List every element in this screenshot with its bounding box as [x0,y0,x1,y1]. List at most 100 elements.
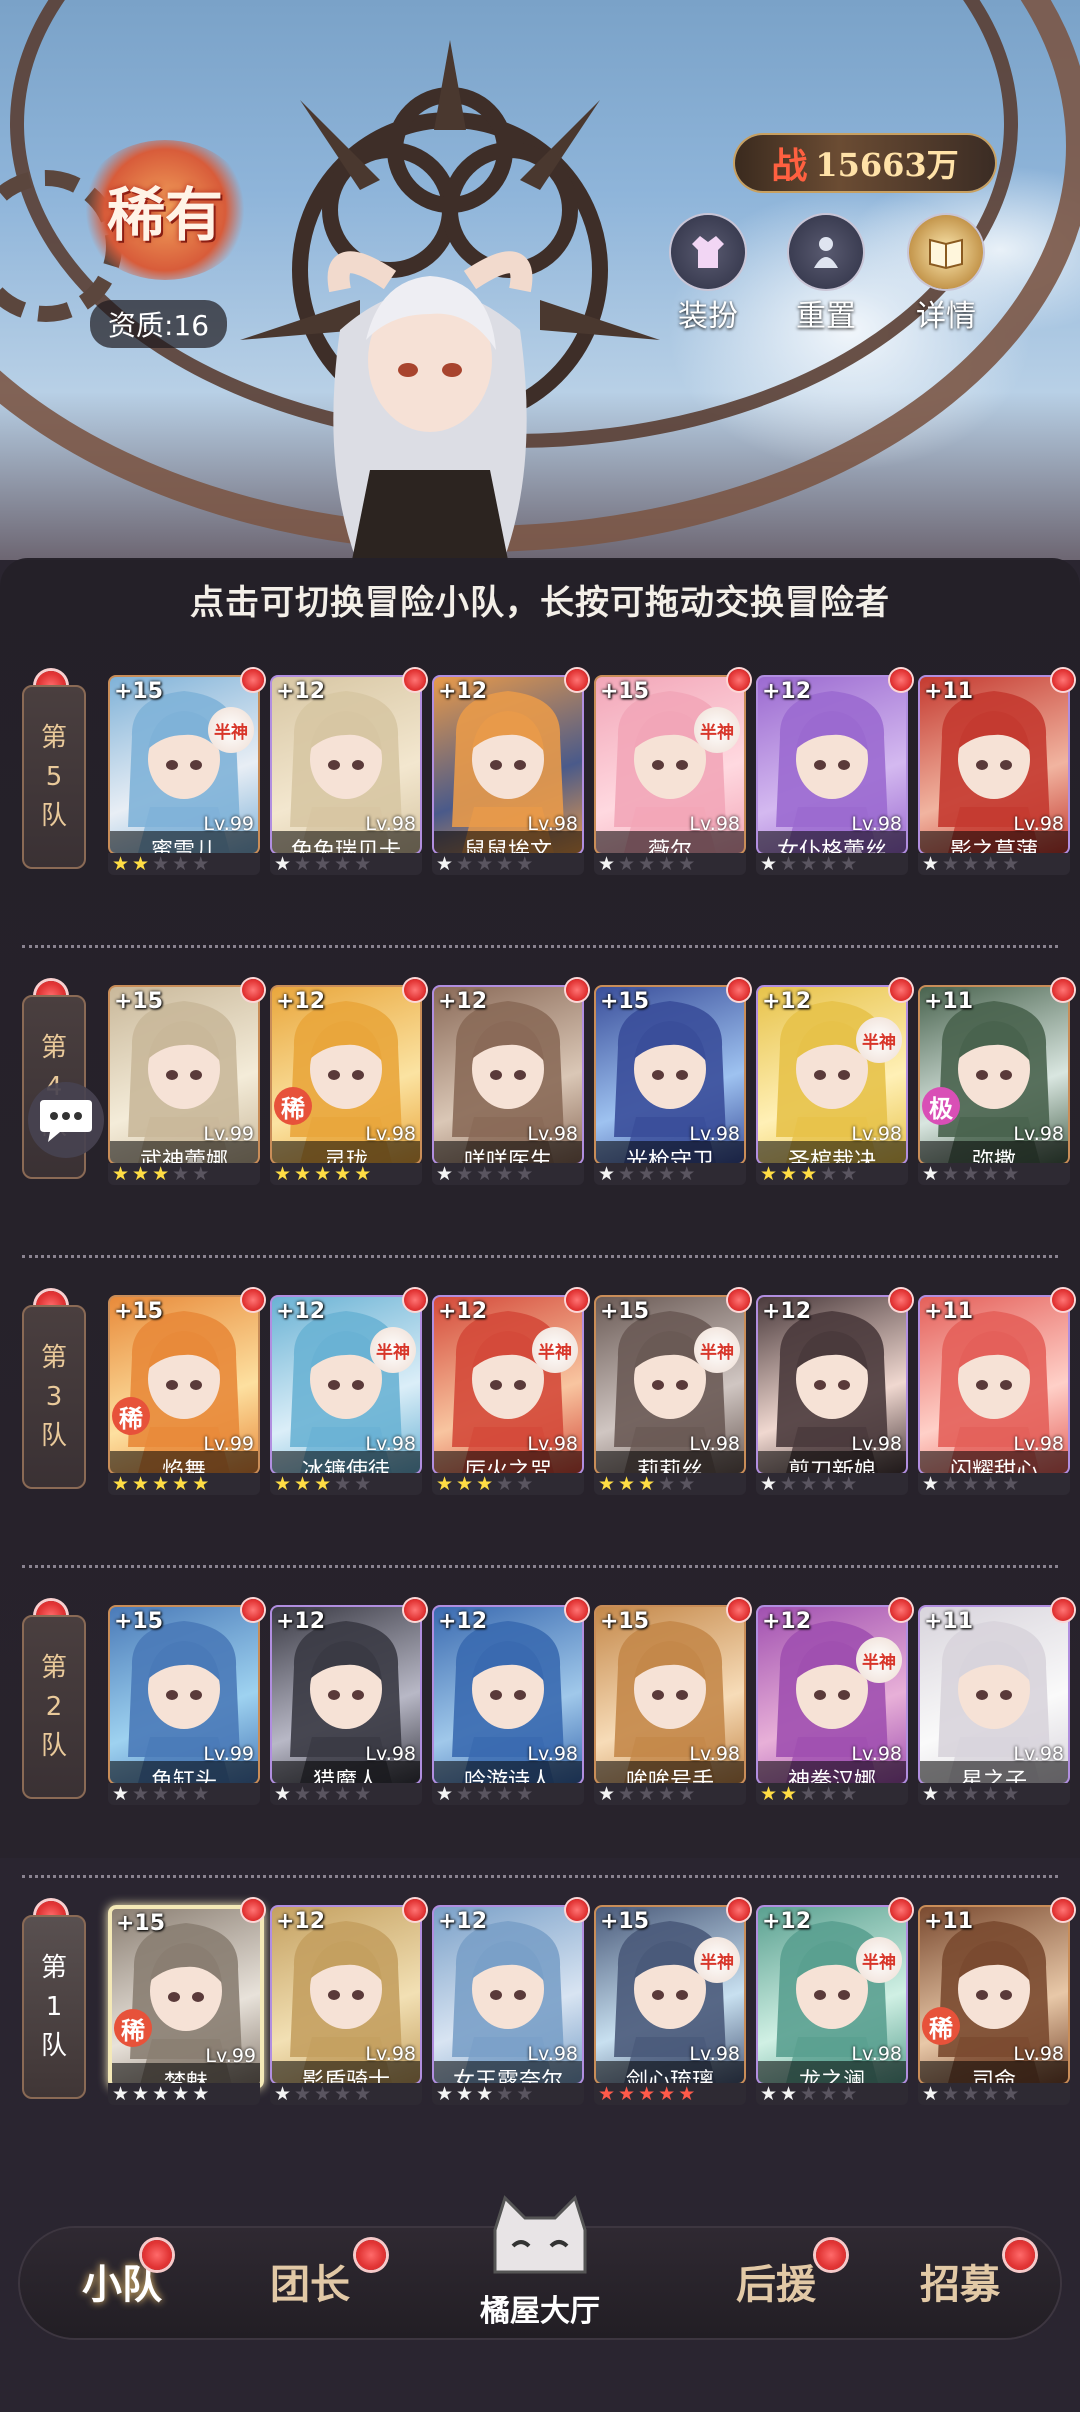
hero-star-rating: ★ ★ ★ ★ ★ [756,2083,908,2105]
star-icon: ★ [922,1163,940,1185]
hero-card[interactable]: +15 Lv.98 哞哞号手 ★ ★ ★ ★ ★ [594,1599,750,1805]
hero-name: 哞哞号手 [596,1761,744,1783]
hero-card[interactable]: +12 Lv.98 女仆格蕾丝 ★ ★ ★ ★ ★ [756,669,912,875]
nav-squad[interactable]: 小队 [42,2240,202,2310]
hero-card[interactable]: +12 Lv.98 咩咩医生 ★ ★ ★ ★ ★ [432,979,588,1185]
hero-character-portrait[interactable] [300,210,560,560]
reset-button[interactable]: 重置 [776,215,876,335]
hero-name: 剑心琉璃 [596,2061,744,2083]
hero-card[interactable]: +12 Lv.98 影盾骑士 ★ ★ ★ ★ ★ [270,1899,426,2105]
hero-card[interactable]: +11 Lv.98 星之子 ★ ★ ★ ★ ★ [918,1599,1074,1805]
star-icon: ★ [922,1473,940,1495]
hero-card[interactable]: +15 Lv.99 武神蕾娜 ★ ★ ★ ★ ★ [108,979,264,1185]
star-icon: ★ [152,853,170,875]
dress-label: 装扮 [678,299,738,334]
notification-dot [242,1599,264,1621]
hero-name: 剪刀新娘 [758,1451,906,1473]
star-icon: ★ [618,853,636,875]
star-icon: ★ [314,2083,332,2105]
star-icon: ★ [760,1163,778,1185]
hero-card[interactable]: +15 半神 Lv.98 莉莉丝 ★ ★ ★ ★ ★ [594,1289,750,1495]
dress-button[interactable]: 装扮 [658,215,758,335]
hero-card[interactable]: +15 半神 Lv.98 薇尔 ★ ★ ★ ★ ★ [594,669,750,875]
team-tab[interactable]: 第 1 队 [22,1915,86,2099]
nav-hall-label: 橘屋大厅 [480,2294,600,2329]
hero-star-rating: ★ ★ ★ ★ ★ [432,1163,584,1185]
hero-card[interactable]: +11 极 Lv.98 弥撒 ★ ★ ★ ★ ★ [918,979,1074,1185]
hero-card[interactable]: +15 稀 Lv.99 梦魅 ★ ★ ★ ★ ★ [108,1899,264,2105]
star-icon: ★ [760,2083,778,2105]
team-tab[interactable]: 第 5 队 [22,685,86,869]
team-row[interactable]: 第 5 队 +15 半神 Lv.99 蜜雪儿 ★ ★ ★ ★ ★ +12 Lv.98 兔兔瑞贝卡 ★ ★ ★ ★ ★ +… [0,669,1080,875]
hero-card[interactable]: +11 Lv.98 影之菖蒲 ★ ★ ★ ★ ★ [918,669,1074,875]
notification-dot [566,1899,588,1921]
hero-card-frame: +11 Lv.98 星之子 [918,1605,1070,1785]
hero-star-rating: ★ ★ ★ ★ ★ [108,2083,260,2105]
hero-card[interactable]: +12 Lv.98 吟游诗人 ★ ★ ★ ★ ★ [432,1599,588,1805]
team-tab-char: 2 [45,1691,63,1722]
star-icon: ★ [962,1163,980,1185]
hero-card[interactable]: +15 Lv.98 光枪守卫 ★ ★ ★ ★ ★ [594,979,750,1185]
details-button[interactable]: 详情 [896,215,996,335]
team-row[interactable]: 第4队+15Lv.99武神蕾娜★★★★★+12稀Lv.98灵珑★★★★★+12L… [0,979,1080,1185]
star-icon: ★ [618,2083,636,2105]
star-icon: ★ [780,2083,798,2105]
hero-star-rating: ★ ★ ★ ★ ★ [756,1783,908,1805]
hero-card[interactable]: +11 稀 Lv.98 司命 ★ ★ ★ ★ ★ [918,1899,1074,2105]
star-icon: ★ [840,1783,858,1805]
star-icon: ★ [1002,1783,1020,1805]
star-icon: ★ [112,853,130,875]
instruction-text: 点击可切换冒险小队，长按可拖动交换冒险者 [190,583,890,623]
hero-card-frame: +12 半神 Lv.98 冰镰使徒 [270,1295,422,1475]
nav-captain[interactable]: 团长 [230,2240,390,2310]
star-icon: ★ [638,1783,656,1805]
star-icon: ★ [334,1783,352,1805]
hero-card-frame: +15 半神 Lv.99 蜜雪儿 [108,675,260,855]
hero-card[interactable]: +12 稀 Lv.98 灵珑 ★ ★ ★ ★ ★ [270,979,426,1185]
team-row[interactable]: 第 3 队 +15 稀 Lv.99 焰舞 ★ ★ ★ ★ ★ +12 半神 Lv.98 冰镰使徒 ★ ★ ★ ★ ★ +1… [0,1289,1080,1495]
hero-card[interactable]: +12 半神 Lv.98 冰镰使徒 ★ ★ ★ ★ ★ [270,1289,426,1495]
hero-card-frame: +11 Lv.98 闪耀甜心 [918,1295,1070,1475]
hero-card[interactable]: +12 半神 Lv.98 厉火之咒 ★ ★ ★ ★ ★ [432,1289,588,1495]
notification-dot [404,1899,426,1921]
star-icon: ★ [132,1163,150,1185]
star-icon: ★ [274,1473,292,1495]
hero-card[interactable]: +11 Lv.98 闪耀甜心 ★ ★ ★ ★ ★ [918,1289,1074,1495]
hero-card[interactable]: +12 Lv.98 剪刀新娘 ★ ★ ★ ★ ★ [756,1289,912,1495]
nav-recruit[interactable]: 招募 [880,2240,1040,2310]
star-icon: ★ [840,853,858,875]
star-icon: ★ [274,2083,292,2105]
team-row[interactable]: 第 1 队 +15 稀 Lv.99 梦魅 ★ ★ ★ ★ ★ +12 Lv.98 影盾骑士 ★ ★ ★ ★ ★ +12 L… [0,1899,1080,2105]
star-icon: ★ [192,853,210,875]
hero-card[interactable]: +12 Lv.98 猎魔人 ★ ★ ★ ★ ★ [270,1599,426,1805]
team-tab[interactable]: 第 3 队 [22,1305,86,1489]
nav-support[interactable]: 后援 [696,2240,856,2310]
star-icon: ★ [982,1163,1000,1185]
hero-card[interactable]: +15 Lv.99 鱼缸头 ★ ★ ★ ★ ★ [108,1599,264,1805]
star-icon: ★ [678,1163,696,1185]
chat-button[interactable] [28,1082,104,1158]
nav-hall[interactable]: 橘屋大厅 [450,2190,630,2350]
hero-card[interactable]: +12 Lv.98 女王露奈尔 ★ ★ ★ ★ ★ [432,1899,588,2105]
hero-card[interactable]: +12 半神 Lv.98 神拳汉娜 ★ ★ ★ ★ ★ [756,1599,912,1805]
star-icon: ★ [152,1163,170,1185]
hero-card[interactable]: +12 Lv.98 兔兔瑞贝卡 ★ ★ ★ ★ ★ [270,669,426,875]
hero-star-rating: ★ ★ ★ ★ ★ [108,1163,260,1185]
hero-card[interactable]: +15 稀 Lv.99 焰舞 ★ ★ ★ ★ ★ [108,1289,264,1495]
hero-card[interactable]: +15 半神 Lv.99 蜜雪儿 ★ ★ ★ ★ ★ [108,669,264,875]
hero-star-rating: ★ ★ ★ ★ ★ [270,1473,422,1495]
star-icon: ★ [436,2083,454,2105]
hero-enhance-level: +12 [276,1909,326,1934]
hero-card[interactable]: +12 Lv.98 鼠鼠埃文 ★ ★ ★ ★ ★ [432,669,588,875]
hero-card[interactable]: +12 半神 Lv.98 圣棺裁决 ★ ★ ★ ★ ★ [756,979,912,1185]
details-label: 详情 [916,299,976,334]
star-icon: ★ [658,1473,676,1495]
star-icon: ★ [112,1473,130,1495]
team-tab[interactable]: 第 2 队 [22,1615,86,1799]
team-row[interactable]: 第 2 队 +15 Lv.99 鱼缸头 ★ ★ ★ ★ ★ +12 Lv.98 猎魔人 ★ ★ ★ ★ ★ +12 Lv… [0,1599,1080,1805]
hero-card[interactable]: +15 半神 Lv.98 剑心琉璃 ★ ★ ★ ★ ★ [594,1899,750,2105]
star-icon: ★ [982,1783,1000,1805]
hero-card[interactable]: +12 半神 Lv.98 龙之澜 ★ ★ ★ ★ ★ [756,1899,912,2105]
notification-dot [728,1289,750,1311]
star-icon: ★ [678,2083,696,2105]
